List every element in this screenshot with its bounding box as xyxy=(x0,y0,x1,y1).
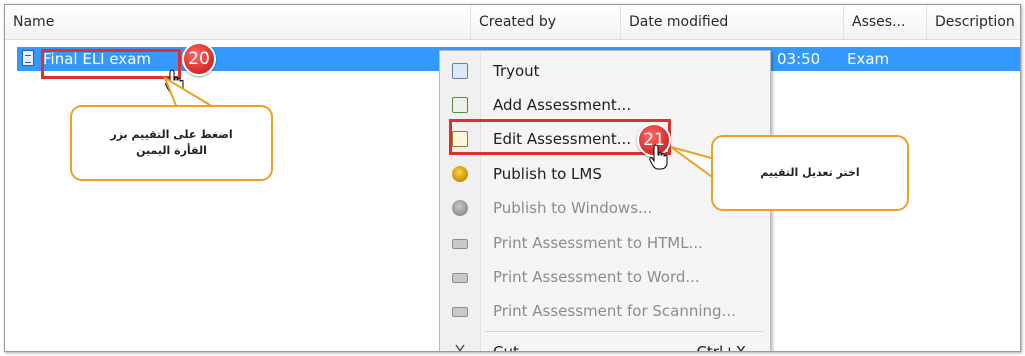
menu-item-cut[interactable]: Cut Ctrl+X xyxy=(440,335,768,352)
callout-right-click: اضغط على التقييم بزر الفأرة اليمين xyxy=(70,105,273,181)
column-header-assessment[interactable]: Asses... xyxy=(843,5,926,39)
column-header-name[interactable]: Name xyxy=(5,5,470,39)
row-date-modified: 03:50 xyxy=(777,50,821,68)
menu-item-print-html[interactable]: Print Assessment to HTML... xyxy=(440,226,768,260)
callout-right-click-text: اضغط على التقييم بزر الفأرة اليمين xyxy=(110,127,233,158)
menu-item-label: Add Assessment... xyxy=(493,96,632,114)
menu-item-label: Publish to Windows... xyxy=(493,199,653,217)
menu-item-print-word[interactable]: Print Assessment to Word... xyxy=(440,260,768,294)
publish-windows-icon xyxy=(452,200,468,216)
publish-lms-icon xyxy=(452,166,468,182)
menu-item-label: Print Assessment to HTML... xyxy=(493,234,703,252)
print-html-icon xyxy=(452,239,468,249)
menu-item-shortcut: Ctrl+X xyxy=(696,343,746,352)
column-header-description[interactable]: Description xyxy=(926,5,1020,39)
menu-separator xyxy=(485,331,763,332)
menu-item-add-assessment[interactable]: Add Assessment... xyxy=(440,88,768,122)
print-word-icon xyxy=(452,273,468,283)
menu-item-label: Print Assessment for Scanning... xyxy=(493,302,736,320)
hand-cursor-icon xyxy=(649,144,668,170)
print-scanning-icon xyxy=(452,307,468,317)
menu-item-label: Print Assessment to Word... xyxy=(493,268,700,286)
menu-item-tryout[interactable]: Tryout xyxy=(440,54,768,88)
menu-item-label: Publish to LMS xyxy=(493,165,602,183)
menu-item-label: Tryout xyxy=(493,62,540,80)
add-assessment-icon xyxy=(452,97,468,113)
menu-item-label: Cut xyxy=(493,343,519,352)
column-header-date-modified[interactable]: Date modified xyxy=(620,5,843,39)
callout-pointer-2 xyxy=(670,146,716,181)
cut-icon xyxy=(455,344,465,351)
tryout-icon xyxy=(452,63,468,79)
column-header: Name Created by Date modified Asses... D… xyxy=(5,5,1020,40)
menu-item-print-scanning[interactable]: Print Assessment for Scanning... xyxy=(440,294,768,328)
step-badge-20: 20 xyxy=(182,42,216,76)
column-header-created-by[interactable]: Created by xyxy=(470,5,620,39)
row-assessment-type: Exam xyxy=(847,50,890,68)
row-highlight-box xyxy=(41,49,181,79)
assessment-list-window: Name Created by Date modified Asses... D… xyxy=(4,4,1021,352)
assessment-file-icon xyxy=(22,50,34,66)
callout-edit-text: اختر تعديل التقييم xyxy=(760,165,860,179)
callout-edit-assessment: اختر تعديل التقييم xyxy=(711,135,909,211)
